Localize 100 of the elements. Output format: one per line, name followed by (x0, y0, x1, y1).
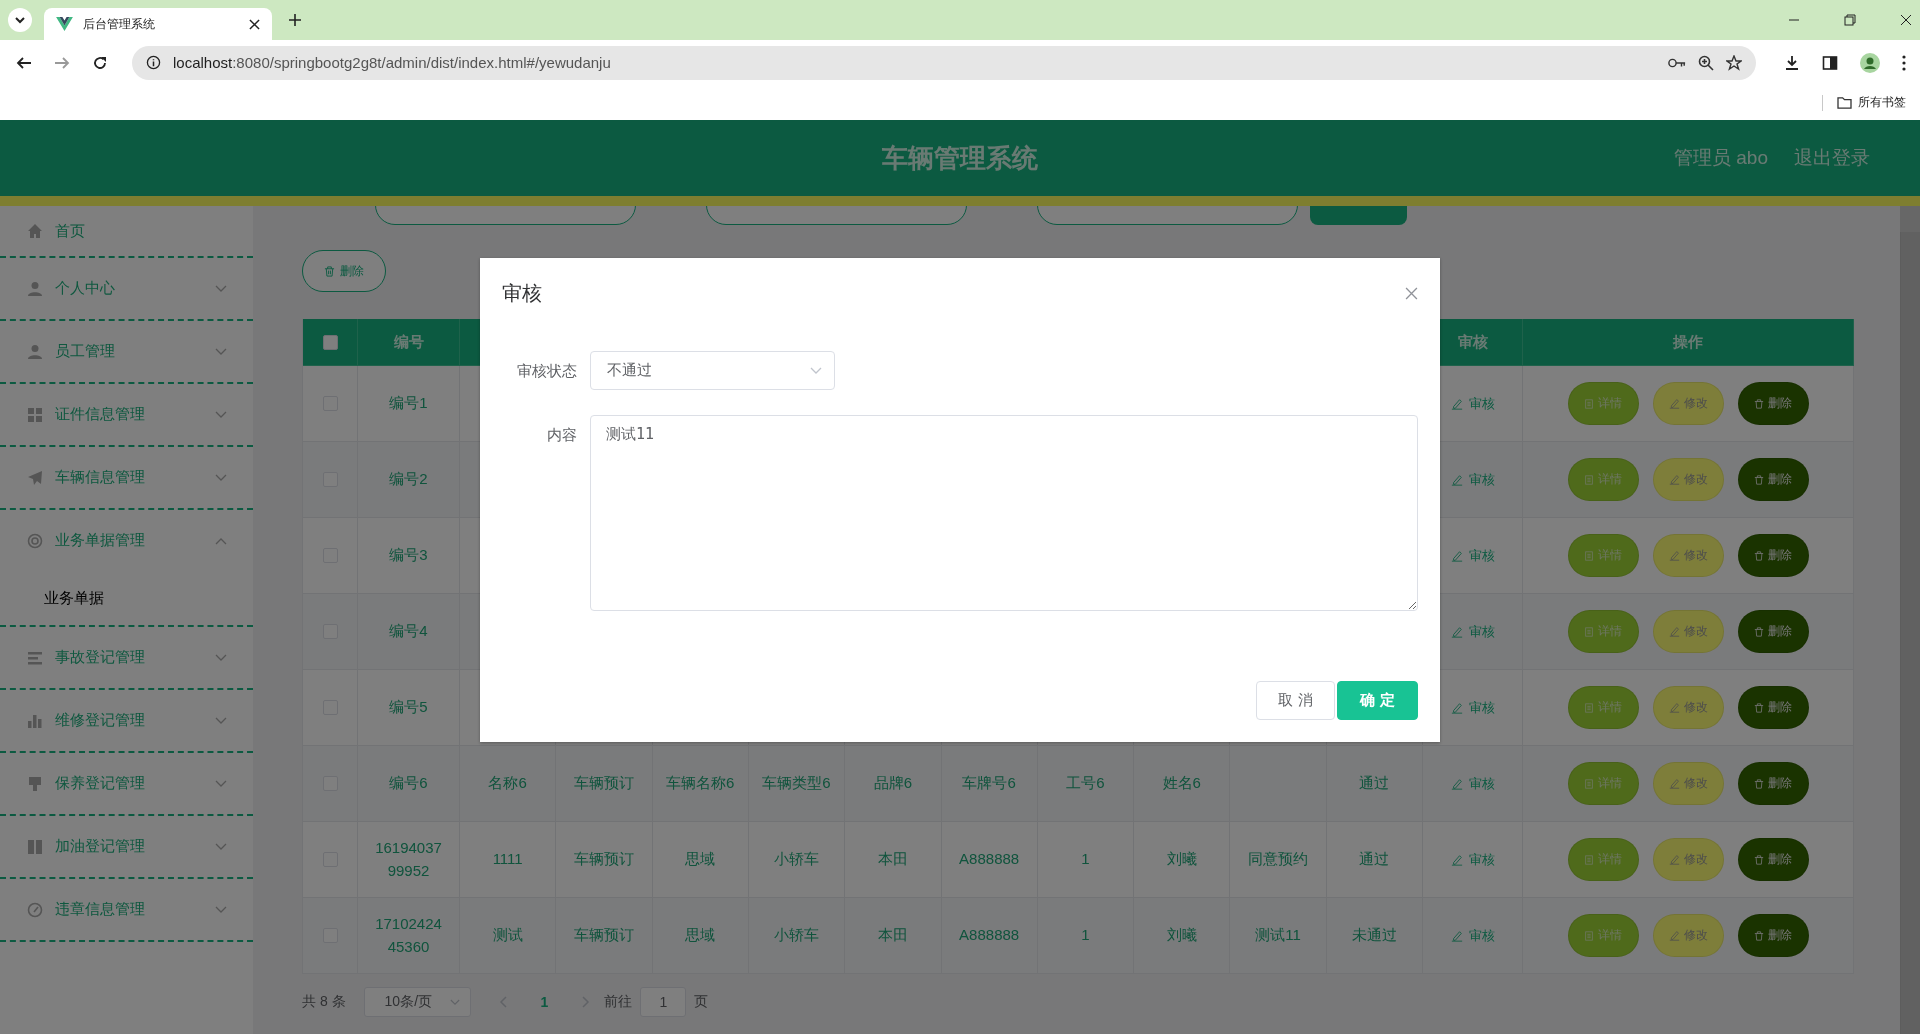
logout-link[interactable]: 退出登录 (1794, 145, 1870, 171)
sidebar-menu-item[interactable]: 保养登记管理 (0, 753, 253, 814)
detail-button[interactable]: 详情 (1567, 838, 1639, 881)
review-link[interactable]: 审核 (1450, 849, 1495, 870)
table-cell-text: 编号1 (388, 393, 429, 414)
detail-button[interactable]: 详情 (1567, 686, 1639, 729)
table-cell-text: 1111 (492, 849, 523, 870)
star-icon[interactable] (1726, 54, 1742, 71)
address-bar[interactable]: localhost:8080/springbootg2g8t/admin/dist/index.html#/yewudanju (132, 45, 1756, 80)
table-cell-text: 小轿车 (774, 849, 820, 870)
table-cell-text: 刘曦 (1166, 849, 1197, 870)
new-tab-icon[interactable] (288, 13, 302, 27)
sidebar-menu-item[interactable]: 证件信息管理 (0, 384, 253, 445)
detail-button[interactable]: 详情 (1567, 914, 1639, 957)
review-link[interactable]: 审核 (1450, 773, 1495, 794)
table-cell-text: 编号6 (388, 773, 429, 794)
scrollbar[interactable] (1900, 206, 1920, 1034)
delete-button[interactable]: 删除 (302, 250, 386, 292)
info-icon[interactable] (146, 55, 161, 70)
sidebar-menu-item[interactable]: 加油登记管理 (0, 816, 253, 877)
field-label: 内容 (546, 425, 577, 445)
sidebar-menu-item[interactable]: 个人中心 (0, 258, 253, 319)
trash-icon (1754, 854, 1764, 865)
delete-button[interactable]: 删除 (1737, 610, 1809, 653)
sidebar-icon[interactable] (1822, 54, 1838, 71)
delete-button[interactable]: 删除 (1737, 534, 1809, 577)
delete-button[interactable]: 删除 (1737, 762, 1809, 805)
ring-icon (27, 532, 43, 549)
detail-button[interactable]: 详情 (1567, 762, 1639, 805)
status-select[interactable]: 不通过 (590, 351, 835, 390)
pencil-icon (1668, 702, 1680, 713)
forward-icon[interactable] (54, 54, 70, 71)
sidebar-menu-item[interactable]: 违章信息管理 (0, 879, 253, 940)
detail-button[interactable]: 详情 (1567, 534, 1639, 577)
table-cell-text: 车辆预订 (573, 773, 634, 794)
trash-icon (1754, 778, 1764, 789)
page-number[interactable]: 1 (520, 994, 569, 1010)
table-cell-text: 车辆名称6 (666, 773, 735, 794)
sidebar-menu-item[interactable]: 车辆信息管理 (0, 447, 253, 508)
document-icon (1584, 854, 1594, 865)
sidebar-subitem[interactable]: 业务单据 (0, 571, 253, 625)
table-cell-text: 本田 (877, 925, 908, 946)
bookmarks-folder[interactable]: 所有书签 (1837, 94, 1906, 111)
table-cell-text: 编号3 (388, 545, 429, 566)
delete-button[interactable]: 删除 (1737, 686, 1809, 729)
chevron-icon (215, 653, 227, 662)
detail-button[interactable]: 详情 (1567, 610, 1639, 653)
pencil-icon (1450, 549, 1463, 562)
close-icon[interactable] (1900, 14, 1912, 26)
user-name: 管理员 abo (1674, 146, 1768, 170)
review-link[interactable]: 审核 (1450, 469, 1495, 490)
zoom-icon[interactable] (1698, 54, 1714, 71)
document-icon (1584, 474, 1594, 485)
reload-icon[interactable] (92, 54, 108, 71)
page-size-select[interactable]: 10条/页 (363, 987, 471, 1017)
checkbox[interactable] (322, 334, 338, 350)
sidebar-menu-item[interactable]: 业务单据管理 (0, 510, 253, 571)
trash-icon (1754, 626, 1764, 637)
tab-list-icon[interactable] (8, 8, 32, 32)
review-link[interactable]: 审核 (1450, 393, 1495, 414)
table-cell-text: 车辆预订 (573, 925, 634, 946)
sidebar-menu-item[interactable]: 事故登记管理 (0, 627, 253, 688)
review-link[interactable]: 审核 (1450, 697, 1495, 718)
table-cell-text: 思域 (685, 925, 716, 946)
delete-button[interactable]: 删除 (1737, 458, 1809, 501)
back-icon[interactable] (16, 54, 32, 71)
document-icon (1584, 550, 1594, 561)
column-header: 操作 (1523, 319, 1854, 366)
review-link[interactable]: 审核 (1450, 925, 1495, 946)
pencil-icon (1450, 701, 1463, 714)
delete-button[interactable]: 删除 (1737, 914, 1809, 957)
sidebar-menu-item[interactable]: 员工管理 (0, 321, 253, 382)
pencil-icon (1450, 777, 1463, 790)
table-cell-text: 1 (1081, 849, 1090, 870)
browser-tab[interactable]: 后台管理系统 (44, 8, 272, 40)
table-cell-text: 1619403799952 (374, 838, 443, 881)
key-icon[interactable] (1668, 56, 1686, 69)
review-link[interactable]: 审核 (1450, 545, 1495, 566)
download-icon[interactable] (1784, 54, 1800, 71)
detail-button[interactable]: 详情 (1567, 458, 1639, 501)
content-textarea[interactable]: 测试11 (590, 415, 1418, 611)
sidebar-link[interactable]: 首页 (0, 206, 253, 256)
table-cell-text: 1 (1081, 925, 1090, 946)
pencil-icon (1668, 398, 1680, 409)
review-link[interactable]: 审核 (1450, 621, 1495, 642)
more-icon[interactable] (1902, 54, 1906, 71)
cancel-button[interactable]: 取 消 (1256, 681, 1335, 720)
chevron-icon (215, 842, 227, 851)
total-count: 共 8 条 (302, 993, 346, 1011)
confirm-button[interactable]: 确 定 (1337, 681, 1418, 720)
restore-icon[interactable] (1844, 14, 1856, 26)
detail-button[interactable]: 详情 (1567, 382, 1639, 425)
close-icon[interactable] (249, 18, 260, 30)
profile-icon[interactable] (1860, 52, 1880, 73)
page-input[interactable]: 1 (640, 987, 687, 1017)
delete-button[interactable]: 删除 (1737, 382, 1809, 425)
trash-icon (1754, 398, 1764, 409)
delete-button[interactable]: 删除 (1737, 838, 1809, 881)
table-cell-text: 编号5 (388, 697, 429, 718)
sidebar-menu-item[interactable]: 维修登记管理 (0, 690, 253, 751)
